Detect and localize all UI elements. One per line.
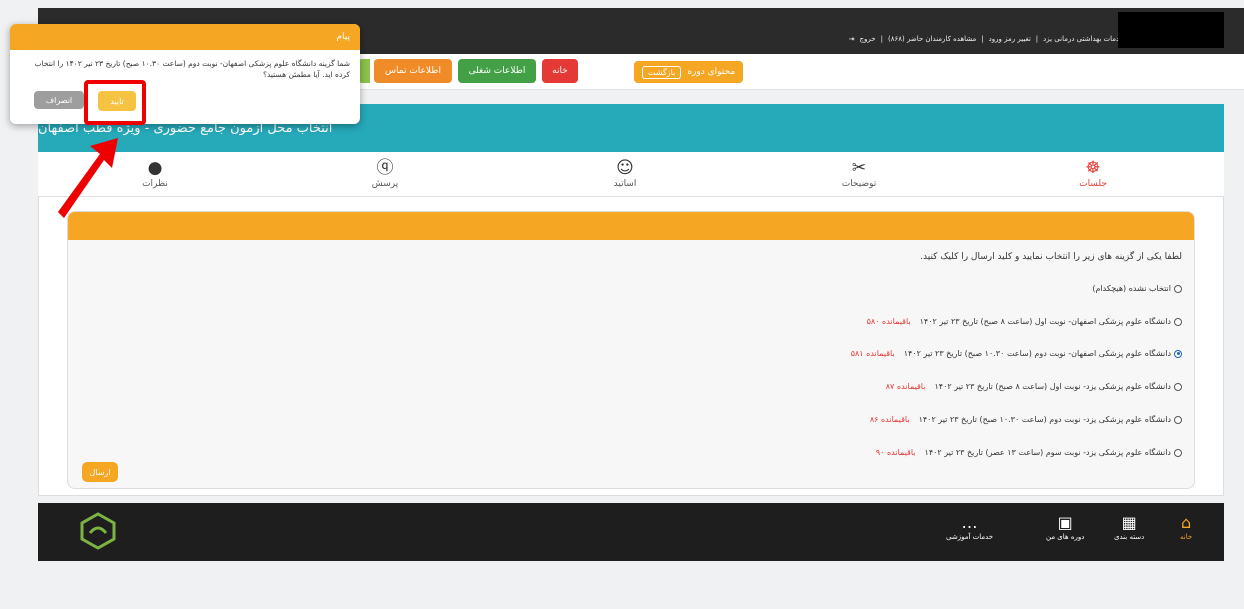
radio-button[interactable] bbox=[1174, 382, 1182, 391]
red-arrow-annotation bbox=[58, 138, 118, 218]
top-link-online-staff[interactable]: مشاهده کارمندان حاضر (۸۶۸) bbox=[888, 35, 976, 43]
send-button[interactable]: ارسال bbox=[82, 462, 118, 482]
contact-info-button[interactable]: اطلاعات تماس bbox=[374, 59, 452, 83]
home-button[interactable]: خانه bbox=[542, 59, 578, 83]
footer-home[interactable]: ⌂ خانه bbox=[1180, 513, 1192, 541]
option-row[interactable]: دانشگاه علوم پزشکی یزد- نوبت سوم (ساعت ۱… bbox=[876, 448, 1182, 457]
cancel-button[interactable]: انصراف bbox=[34, 91, 84, 109]
form-card: لطفا یکی از گزینه های زیر را انتخاب نمای… bbox=[67, 211, 1195, 489]
course-content-bar: بازگشت محتوای دوره bbox=[634, 61, 744, 83]
top-separator: | bbox=[1035, 35, 1039, 43]
tab-label: جلسات bbox=[1079, 179, 1107, 189]
remaining-count: باقیمانده ۸۷ bbox=[885, 382, 926, 391]
teachers-icon: ☺ bbox=[616, 158, 634, 178]
more-icon: … bbox=[961, 513, 978, 532]
remaining-count: باقیمانده ۵۸۱ bbox=[850, 349, 895, 358]
tab-label: پرسش bbox=[371, 179, 399, 189]
option-row[interactable]: دانشگاه علوم پزشکی یزد- نوبت اول (ساعت ۸… bbox=[886, 382, 1182, 391]
top-separator: | bbox=[981, 35, 984, 43]
footer-label: دوره های من bbox=[1046, 533, 1085, 541]
tab-bar: ☸ جلسات ✂ توضیحات ☺ اساتید ⓠ پرسش ● نظرا… bbox=[38, 152, 1224, 196]
radio-button[interactable] bbox=[1174, 284, 1182, 293]
option-label: دانشگاه علوم پزشکی یزد- نوبت اول (ساعت ۸… bbox=[934, 382, 1171, 391]
option-row[interactable]: دانشگاه علوم پزشکی یزد- نوبت دوم (ساعت ۱… bbox=[870, 415, 1182, 424]
tab-sessions[interactable]: ☸ جلسات bbox=[1048, 152, 1138, 196]
footer-edu-services[interactable]: … خدمات آموزشی bbox=[946, 513, 993, 541]
radio-button[interactable] bbox=[1174, 317, 1182, 326]
logout-icon[interactable]: ⇥ bbox=[849, 35, 855, 43]
footer-label: دسته بندی bbox=[1114, 533, 1145, 541]
confirm-dialog: پیام شما گزینه دانشگاه علوم پزشکی اصفهان… bbox=[10, 24, 360, 124]
footer-bar: … خدمات آموزشی ▣ دوره های من ▦ دسته بندی… bbox=[38, 503, 1224, 561]
grid-icon: ▦ bbox=[1121, 513, 1137, 532]
tab-label: توضیحات bbox=[841, 179, 877, 189]
form-instruction: لطفا یکی از گزینه های زیر را انتخاب نمای… bbox=[920, 252, 1182, 262]
back-button[interactable]: بازگشت bbox=[642, 65, 682, 79]
sessions-icon: ☸ bbox=[1085, 158, 1101, 178]
tab-label: اساتید bbox=[613, 179, 637, 189]
job-info-button[interactable]: اطلاعات شغلی bbox=[458, 59, 536, 83]
top-link-org[interactable]: خدمات بهداشتی درمانی یزد bbox=[1043, 35, 1124, 43]
redacted-area bbox=[1118, 12, 1224, 48]
option-row[interactable]: دانشگاه علوم پزشکی اصفهان- نوبت اول (ساع… bbox=[867, 317, 1182, 326]
highlight-box bbox=[84, 80, 146, 125]
comments-icon: ● bbox=[147, 158, 163, 178]
home-icon: ⌂ bbox=[1181, 513, 1192, 532]
course-content-label: محتوای دوره bbox=[687, 67, 736, 77]
footer-label: خدمات آموزشی bbox=[946, 533, 994, 541]
top-separator: | bbox=[880, 35, 883, 43]
form-card-header bbox=[68, 212, 1194, 240]
radio-button[interactable] bbox=[1174, 415, 1182, 424]
top-link-logout[interactable]: خروج bbox=[860, 35, 876, 43]
remaining-count: باقیمانده ۸۶ bbox=[869, 415, 910, 424]
top-link-change-password[interactable]: تغییر رمز ورود bbox=[989, 35, 1031, 43]
description-icon: ✂ bbox=[851, 158, 867, 178]
top-links: خدمات بهداشتی درمانی یزد | تغییر رمز ورو… bbox=[849, 35, 1124, 43]
option-row[interactable]: انتخاب نشده (هیچکدام) bbox=[1092, 284, 1182, 293]
tab-teachers[interactable]: ☺ اساتید bbox=[580, 152, 670, 196]
tab-description[interactable]: ✂ توضیحات bbox=[814, 152, 904, 196]
question-icon: ⓠ bbox=[376, 158, 394, 178]
footer-my-courses[interactable]: ▣ دوره های من bbox=[1046, 513, 1084, 541]
footer-categories[interactable]: ▦ دسته بندی bbox=[1114, 513, 1144, 541]
tab-question[interactable]: ⓠ پرسش bbox=[340, 152, 430, 196]
courses-icon: ▣ bbox=[1057, 513, 1073, 532]
option-label: انتخاب نشده (هیچکدام) bbox=[1092, 284, 1171, 293]
tab-label: نظرات bbox=[142, 179, 168, 189]
footer-label: خانه bbox=[1180, 533, 1193, 541]
dialog-message: شما گزینه دانشگاه علوم پزشکی اصفهان- نوب… bbox=[34, 59, 350, 79]
radio-button-selected[interactable] bbox=[1174, 349, 1182, 358]
dialog-title: پیام bbox=[10, 24, 360, 50]
remaining-count: باقیمانده ۹۰ bbox=[875, 448, 916, 457]
option-label: دانشگاه علوم پزشکی یزد- نوبت دوم (ساعت ۱… bbox=[918, 415, 1171, 424]
option-label: دانشگاه علوم پزشکی یزد- نوبت سوم (ساعت ۱… bbox=[924, 448, 1171, 457]
logo-icon bbox=[80, 512, 116, 550]
option-row[interactable]: دانشگاه علوم پزشکی اصفهان- نوبت دوم (ساع… bbox=[851, 349, 1182, 358]
option-label: دانشگاه علوم پزشکی اصفهان- نوبت اول (ساع… bbox=[919, 317, 1171, 326]
option-label: دانشگاه علوم پزشکی اصفهان- نوبت دوم (ساع… bbox=[903, 349, 1171, 358]
radio-button[interactable] bbox=[1174, 448, 1182, 457]
content-panel: لطفا یکی از گزینه های زیر را انتخاب نمای… bbox=[38, 196, 1224, 496]
remaining-count: باقیمانده ۵۸۰ bbox=[866, 317, 911, 326]
